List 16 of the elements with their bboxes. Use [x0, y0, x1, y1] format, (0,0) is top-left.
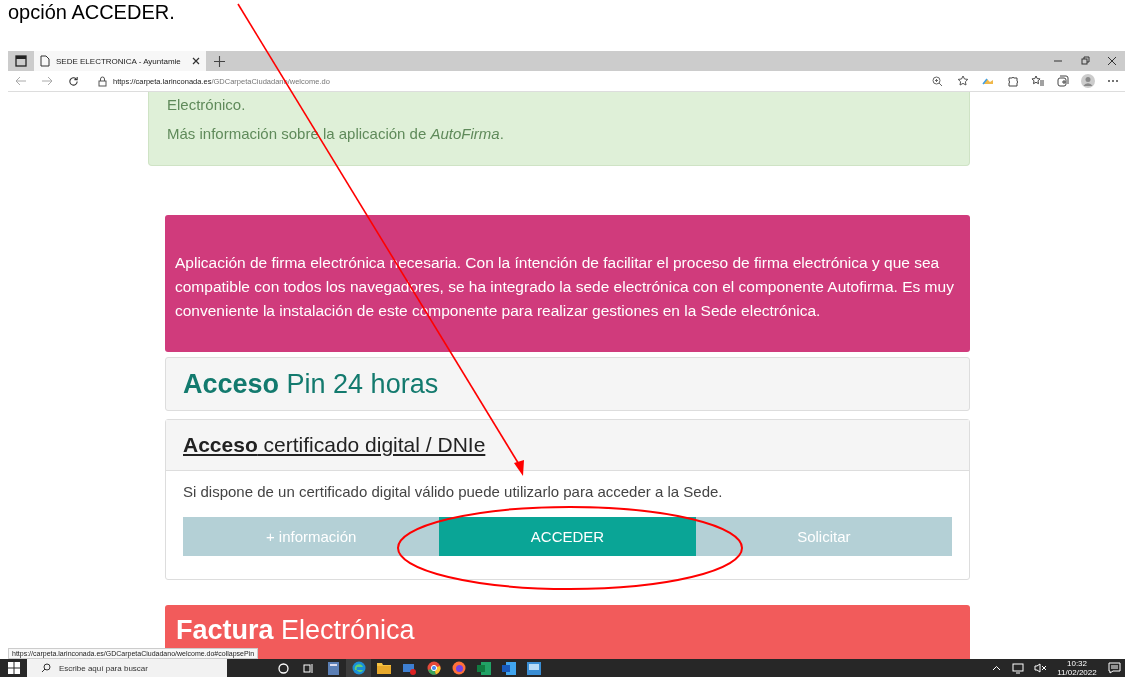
info-text: Electrónico. [167, 95, 247, 115]
browser-tab[interactable]: SEDE ELECTRONICA - Ayuntamie [34, 51, 206, 71]
lock-icon [98, 75, 107, 87]
close-tab-icon[interactable] [192, 57, 200, 65]
panel-title[interactable]: Acceso Pin 24 horas [183, 368, 439, 400]
clock-date[interactable]: 11/02/2022 [1057, 668, 1097, 677]
browser-app-icon[interactable] [346, 659, 371, 677]
search-icon [41, 663, 51, 673]
taskbar-search-field[interactable]: Escribe aquí para buscar [27, 659, 227, 677]
panel-title[interactable]: Acceso certificado digital / DNIe [183, 433, 486, 457]
page-icon [40, 55, 50, 67]
certificate-text: Si dispone de un certificado digital válido puede utilizarlo para acceder a la Sede. [183, 483, 724, 500]
caption-text: opción ACCEDER. [7, 0, 175, 23]
clock-time[interactable]: 10:32 [1067, 659, 1087, 668]
info-text: Más información sobre la aplicación de AutoFirma. [167, 124, 505, 144]
pin-panel[interactable]: Acceso Pin 24 horas [165, 357, 970, 411]
